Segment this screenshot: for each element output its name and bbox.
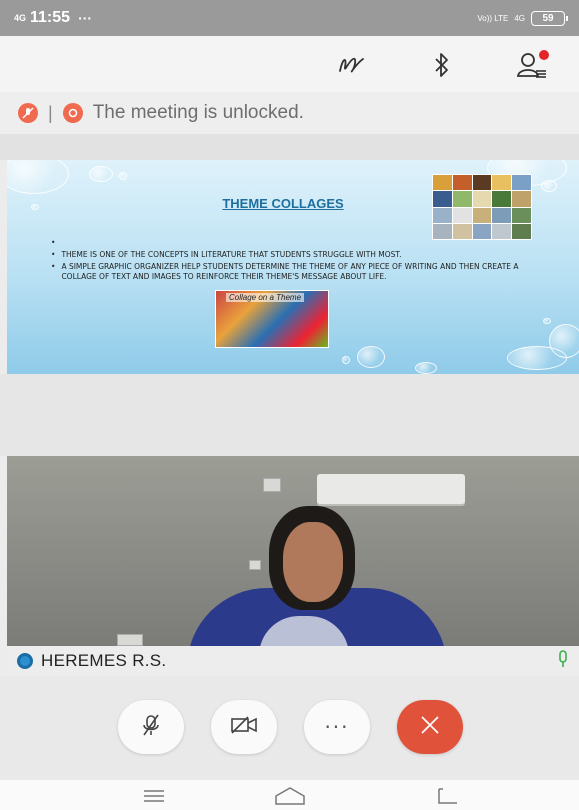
battery-indicator: 59 — [531, 10, 568, 26]
call-controls: ··· — [0, 676, 579, 780]
meeting-screen: 4G 11:55 ··· Vo)) LTE 4G 59 | The meetin… — [0, 0, 579, 810]
more-notifications: ··· — [78, 10, 93, 26]
separator: | — [48, 102, 53, 123]
participant-avatar-icon — [17, 653, 33, 669]
end-call-button[interactable] — [397, 700, 463, 754]
collage-image: Collage on a Theme — [215, 290, 329, 348]
wall-ac — [317, 474, 465, 504]
more-options-button[interactable]: ··· — [304, 700, 370, 754]
participants-icon[interactable] — [516, 48, 550, 82]
annotate-icon[interactable] — [335, 48, 369, 82]
bluetooth-icon[interactable] — [425, 48, 459, 82]
shared-content[interactable]: THEME COLLAGES • • THEME IS ONE OF THE CO… — [7, 160, 579, 374]
muted-mic-badge-icon — [18, 103, 38, 123]
status-bar: 4G 11:55 ··· Vo)) LTE 4G 59 — [0, 0, 579, 36]
meeting-lock-status: | The meeting is unlocked. — [0, 92, 579, 134]
end-call-icon — [419, 714, 441, 741]
video-toggle-button[interactable] — [211, 700, 277, 754]
clock: 11:55 — [30, 9, 71, 26]
collage-image-top — [432, 174, 532, 240]
participant-name-bar: HEREMES R.S. — [7, 646, 579, 676]
recording-badge-icon — [62, 103, 83, 123]
participant-video[interactable] — [7, 456, 579, 646]
network-indicator: 4G — [14, 13, 27, 23]
more-icon: ··· — [324, 715, 350, 739]
slide-bullet: • A SIMPLE GRAPHIC ORGANIZER HELP STUDENT… — [51, 262, 519, 281]
menu-icon[interactable] — [134, 784, 174, 808]
slide-body: • • THEME IS ONE OF THE CONCEPTS IN LITER… — [51, 238, 541, 284]
lock-status-text: The meeting is unlocked. — [92, 102, 304, 123]
back-icon[interactable] — [428, 784, 468, 808]
video-off-icon — [230, 715, 258, 740]
mute-button[interactable] — [118, 700, 184, 754]
mic-active-icon — [557, 649, 569, 673]
home-icon[interactable] — [270, 784, 310, 808]
system-nav-bar — [0, 780, 579, 810]
lte-indicator: Vo)) LTE — [477, 13, 509, 23]
slide-bullet: • THEME IS ONE OF THE CONCEPTS IN LITERAT… — [51, 250, 402, 259]
slide-bullet: • — [51, 238, 56, 247]
collage-label: Collage on a Theme — [226, 293, 305, 302]
signal-indicator: 4G — [514, 13, 525, 23]
mic-muted-icon — [139, 713, 163, 742]
participant-name: HEREMES R.S. — [41, 651, 167, 670]
meeting-toolbar — [0, 36, 579, 92]
